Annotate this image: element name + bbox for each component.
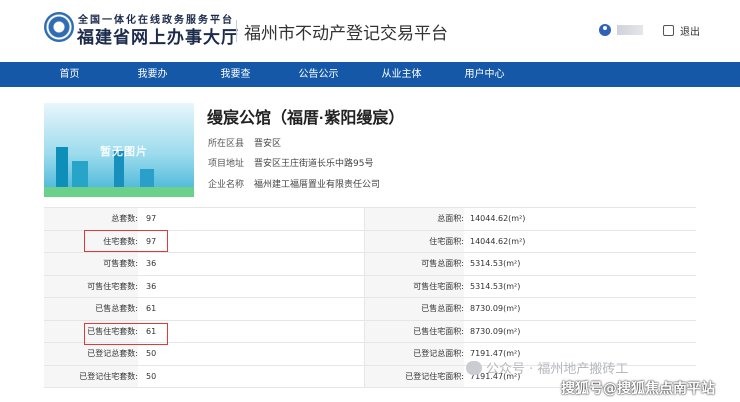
row-value-right: 5314.53(m²) (470, 259, 521, 269)
row-value-left: 50 (146, 349, 157, 359)
property-name: 缦宸公馆（福厝·紫阳缦宸） (207, 110, 405, 127)
company-label: 企业名称 (208, 180, 245, 190)
nav-announcements[interactable]: 公告公示 (277, 62, 360, 87)
address-row: 项目地址 晋安区王庄街道长乐中路95号 (208, 156, 373, 169)
row-value-left: 97 (146, 236, 157, 246)
emblem-icon[interactable] (44, 12, 74, 42)
row-value-left: 36 (146, 281, 157, 291)
company-value: 福州建工福厝置业有限责任公司 (254, 180, 381, 190)
logout-icon[interactable] (663, 24, 674, 36)
address-label: 项目地址 (208, 159, 245, 169)
table-row: 可售套数: 36 可售总面积: 5314.53(m²) (44, 253, 696, 276)
row-value-right: 8730.09(m²) (470, 304, 521, 314)
row-value-right: 14044.62(m²) (470, 214, 526, 224)
logo-title[interactable]: 福建省网上办事大厅 (77, 23, 239, 48)
row-label-right: 可售住宅面积: (364, 275, 464, 297)
highlight-box-sold-residential-units (84, 323, 168, 345)
nav-practitioners[interactable]: 从业主体 (360, 62, 443, 87)
header: 全国一体化在线政务服务平台 福建省网上办事大厅 福州市不动产登记交易平台 退出 (0, 0, 740, 62)
row-value-right: 8730.09(m²) (470, 326, 521, 336)
table-row: 总套数: 97 总面积: 14044.62(m²) (44, 208, 696, 231)
logo-divider (236, 20, 237, 42)
row-label-left: 已登记总套数: (44, 343, 138, 365)
district-value: 晋安区 (254, 139, 282, 149)
wechat-icon (466, 360, 482, 375)
no-image-label: 暂无图片 (100, 145, 148, 158)
district-row: 所在区县 晋安区 (208, 136, 281, 149)
row-label-right: 已售总面积: (364, 298, 464, 320)
row-label-left: 总套数: (44, 208, 138, 230)
row-label-left: 已售总套数: (44, 298, 138, 320)
platform-title: 福州市不动产登记交易平台 (244, 24, 448, 43)
row-label-left: 可售住宅套数: (44, 275, 138, 297)
user-icon[interactable] (599, 24, 611, 36)
highlight-box-residential-units (84, 230, 168, 252)
row-value-right: 5314.53(m²) (470, 281, 521, 291)
row-value-left: 97 (146, 214, 157, 224)
row-value-left: 50 (146, 371, 157, 381)
ground-shape (44, 187, 194, 197)
user-area: 退出 (599, 22, 700, 38)
watermark-sohu: 搜狐号@搜狐焦点南平站 (561, 381, 715, 397)
row-value-right: 14044.62(m²) (470, 236, 526, 246)
row-label-right: 已登记总面积: (364, 343, 464, 365)
nav-user-center[interactable]: 用户中心 (443, 62, 526, 87)
company-row: 企业名称 福州建工福厝置业有限责任公司 (208, 177, 380, 190)
user-name-masked[interactable] (617, 25, 643, 35)
district-label: 所在区县 (208, 139, 245, 149)
row-label-right: 已售住宅面积: (364, 320, 464, 342)
row-label-right: 总面积: (364, 208, 464, 230)
project-image-placeholder: 暂无图片 (44, 103, 194, 197)
nav-apply[interactable]: 我要办 (111, 62, 194, 87)
main-nav: 首页 我要办 我要查 公告公示 从业主体 用户中心 (0, 62, 740, 87)
logout-link[interactable]: 退出 (680, 23, 700, 38)
table-row: 可售住宅套数: 36 可售住宅面积: 5314.53(m²) (44, 275, 696, 298)
watermark-wechat-text: 公众号 · 福州地产搬砖工 (486, 362, 629, 377)
row-label-right: 已登记住宅面积: (364, 365, 464, 387)
row-label-right: 可售总面积: (364, 253, 464, 275)
row-label-right: 住宅面积: (364, 230, 464, 252)
nav-home[interactable]: 首页 (28, 62, 111, 87)
row-value-left: 61 (146, 304, 157, 314)
row-label-left: 可售套数: (44, 253, 138, 275)
address-value: 晋安区王庄街道长乐中路95号 (254, 159, 374, 169)
row-label-left: 已登记住宅套数: (44, 365, 138, 387)
row-value-left: 61 (146, 326, 157, 336)
nav-query[interactable]: 我要查 (194, 62, 277, 87)
row-value-left: 36 (146, 259, 157, 269)
watermark-wechat: 公众号 · 福州地产搬砖工 (466, 358, 628, 377)
table-row: 已售总套数: 61 已售总面积: 8730.09(m²) (44, 298, 696, 321)
